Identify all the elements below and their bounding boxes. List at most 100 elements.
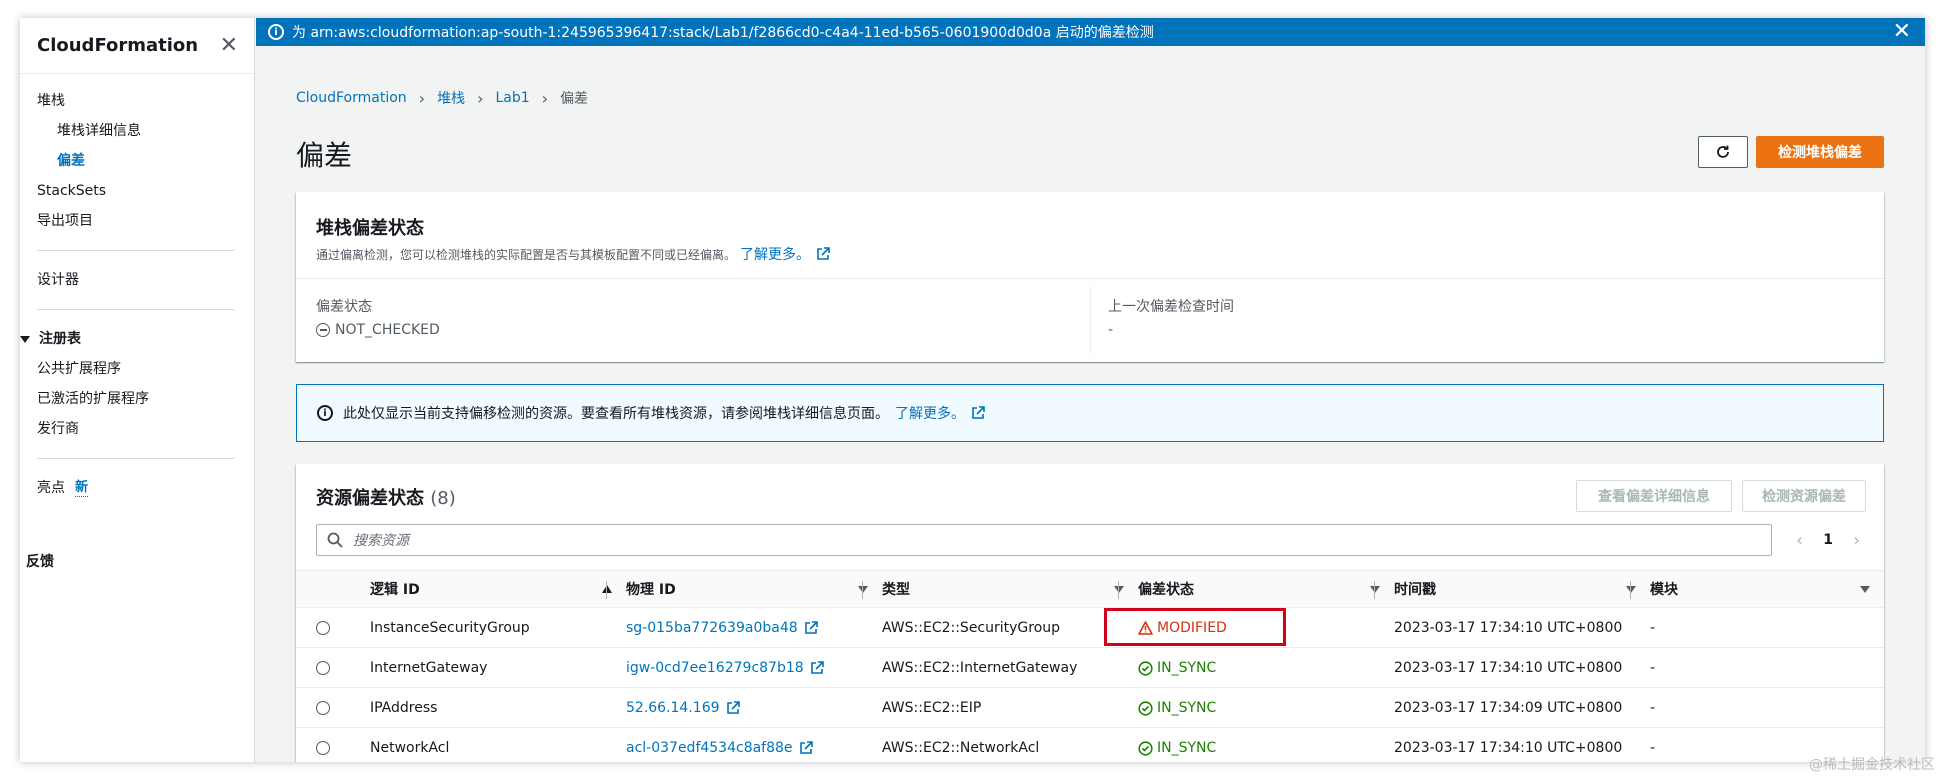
refresh-icon [1717, 145, 1729, 158]
physical-id-link[interactable]: igw-0cd7ee16279c87b18 [626, 660, 804, 676]
external-link-icon[interactable] [726, 701, 740, 715]
table-row[interactable]: InstanceSecurityGroup sg-015ba772639a0ba… [296, 608, 1884, 648]
physical-id-link[interactable]: 52.66.14.169 [626, 700, 720, 716]
stack-drift-card: 堆栈偏差状态 通过偏离检测，您可以检测堆栈的实际配置是否与其模板配置不同或已经偏… [296, 192, 1884, 362]
sidebar-group-label: 注册表 [39, 331, 81, 347]
sidebar-nav: 堆栈 堆栈详细信息 偏差 StackSets 导出项目 [20, 86, 254, 236]
column-header-physical-id[interactable]: 物理 ID [626, 570, 882, 608]
timestamp-cell: 2023-03-17 17:34:10 UTC+0800 [1394, 620, 1623, 636]
sort-icon [1860, 585, 1870, 593]
last-check-field: 上一次偏差检查时间 - [1108, 296, 1234, 338]
physical-id-cell: 52.66.14.169 [626, 688, 740, 728]
row-select-cell [316, 648, 330, 688]
resource-drift-card: 资源偏差状态 (8) 查看偏差详细信息 检测资源偏差 搜索资源 ‹ 1 › 逻辑… [296, 464, 1884, 762]
learn-more-link[interactable]: 了解更多。 [895, 403, 965, 423]
physical-id-link[interactable]: sg-015ba772639a0ba48 [626, 620, 798, 636]
status-in-sync: IN_SYNC [1138, 700, 1216, 716]
sort-icon [858, 585, 868, 593]
column-header-module[interactable]: 模块 [1650, 570, 1884, 608]
drift-status-cell: IN_SYNC [1138, 648, 1216, 688]
module-cell: - [1650, 620, 1656, 636]
chevron-left-icon[interactable]: ‹ [1796, 530, 1803, 551]
sidebar-item-stack-details[interactable]: 堆栈详细信息 [20, 116, 254, 146]
breadcrumb-current: 偏差 [560, 91, 589, 107]
external-link-icon[interactable] [971, 406, 985, 420]
sidebar-divider [37, 250, 234, 251]
column-divider [1630, 581, 1631, 599]
search-input[interactable]: 搜索资源 [316, 524, 1772, 556]
column-header-drift-status[interactable]: 偏差状态 [1138, 570, 1394, 608]
detect-stack-drift-button[interactable]: 检测堆栈偏差 [1756, 136, 1884, 168]
row-radio[interactable] [316, 741, 330, 755]
drift-status-cell: IN_SYNC [1138, 728, 1216, 762]
flash-message: 为 arn:aws:cloudformation:ap-south-1:2459… [292, 25, 1154, 41]
chevron-right-icon: › [541, 88, 549, 108]
module-cell: - [1650, 700, 1656, 716]
column-label: 逻辑 ID [370, 582, 420, 598]
row-radio[interactable] [316, 661, 330, 675]
sidebar-item-exports[interactable]: 导出项目 [20, 206, 254, 236]
logical-id-cell: InstanceSecurityGroup [370, 620, 530, 636]
external-link-icon[interactable] [810, 661, 824, 675]
row-radio[interactable] [316, 621, 330, 635]
sidebar-close-icon[interactable]: ✕ [220, 34, 238, 57]
chevron-right-icon: › [418, 88, 426, 108]
column-header-timestamp[interactable]: 时间戳 [1394, 570, 1650, 608]
sidebar-item-drift[interactable]: 偏差 [20, 146, 254, 176]
chevron-right-icon[interactable]: › [1853, 530, 1860, 551]
table-row[interactable]: IPAddress 52.66.14.169 AWS::EC2::EIP IN_… [296, 688, 1884, 728]
sidebar-item-stacks[interactable]: 堆栈 [20, 86, 254, 116]
sidebar-title: CloudFormation [37, 35, 199, 56]
breadcrumb: CloudFormation › 堆栈 › Lab1 › 偏差 [296, 88, 588, 108]
type-cell: AWS::EC2::SecurityGroup [882, 620, 1061, 636]
external-link-icon[interactable] [799, 741, 813, 755]
physical-id-link[interactable]: acl-037edf4534c8af88e [626, 740, 793, 756]
sidebar-group-registry[interactable]: 注册表 [20, 324, 254, 354]
last-check-label: 上一次偏差检查时间 [1108, 299, 1234, 315]
sidebar-item-designer[interactable]: 设计器 [20, 265, 254, 295]
column-header-type[interactable]: 类型 [882, 570, 1138, 608]
table-row[interactable]: NetworkAcl acl-037edf4534c8af88e AWS::EC… [296, 728, 1884, 762]
external-link-icon[interactable] [816, 247, 830, 261]
breadcrumb-stacks[interactable]: 堆栈 [437, 88, 465, 108]
timestamp-cell: 2023-03-17 17:34:09 UTC+0800 [1394, 700, 1623, 716]
external-link-icon[interactable] [804, 621, 818, 635]
module-cell: - [1650, 740, 1656, 756]
sidebar-item-public-extensions[interactable]: 公共扩展程序 [20, 354, 254, 384]
column-divider [862, 581, 863, 599]
breadcrumb-cloudformation[interactable]: CloudFormation [296, 90, 407, 106]
sidebar-divider [37, 458, 234, 459]
flash-banner: i 为 arn:aws:cloudformation:ap-south-1:24… [256, 18, 1925, 46]
view-drift-details-button[interactable]: 查看偏差详细信息 [1576, 480, 1732, 512]
info-alert: i 此处仅显示当前支持偏移检测的资源。要查看所有堆栈资源，请参阅堆栈详细信息页面… [296, 384, 1884, 442]
sort-icon [1370, 585, 1380, 593]
sidebar-item-activated-extensions[interactable]: 已激活的扩展程序 [20, 384, 254, 414]
resource-drift-title-text: 资源偏差状态 [316, 488, 424, 509]
table-row[interactable]: InternetGateway igw-0cd7ee16279c87b18 AW… [296, 648, 1884, 688]
column-header-logical-id[interactable]: 逻辑 ID [370, 570, 626, 608]
stack-drift-description: 通过偏离检测，您可以检测堆栈的实际配置是否与其模板配置不同或已经偏离。 了解更多… [316, 244, 830, 264]
timestamp-cell: 2023-03-17 17:34:10 UTC+0800 [1394, 740, 1623, 756]
row-radio[interactable] [316, 701, 330, 715]
sidebar-item-highlights[interactable]: 亮点 新 [20, 473, 254, 503]
breadcrumb-lab1[interactable]: Lab1 [495, 90, 529, 106]
status-text: IN_SYNC [1157, 740, 1217, 756]
learn-more-link[interactable]: 了解更多。 [740, 244, 810, 264]
chevron-right-icon: › [477, 88, 484, 108]
column-divider [1374, 581, 1375, 599]
page-number[interactable]: 1 [1823, 532, 1833, 548]
physical-id-cell: acl-037edf4534c8af88e [626, 728, 813, 762]
type-cell: AWS::EC2::EIP [882, 700, 982, 716]
refresh-button[interactable] [1698, 136, 1748, 168]
resource-count: (8) [430, 488, 456, 509]
detect-resource-drift-button[interactable]: 检测资源偏差 [1742, 480, 1866, 512]
flash-close-icon[interactable]: ✕ [1893, 19, 1911, 44]
sidebar-item-publishers[interactable]: 发行商 [20, 414, 254, 444]
drift-status-text: NOT_CHECKED [335, 322, 440, 338]
sidebar-item-stacksets[interactable]: StackSets [20, 176, 254, 206]
row-select-cell [316, 608, 330, 648]
pagination: ‹ 1 › [1796, 524, 1860, 556]
column-label: 类型 [882, 582, 910, 598]
physical-id-cell: sg-015ba772639a0ba48 [626, 608, 818, 648]
sidebar-item-feedback[interactable]: 反馈 [20, 547, 254, 577]
